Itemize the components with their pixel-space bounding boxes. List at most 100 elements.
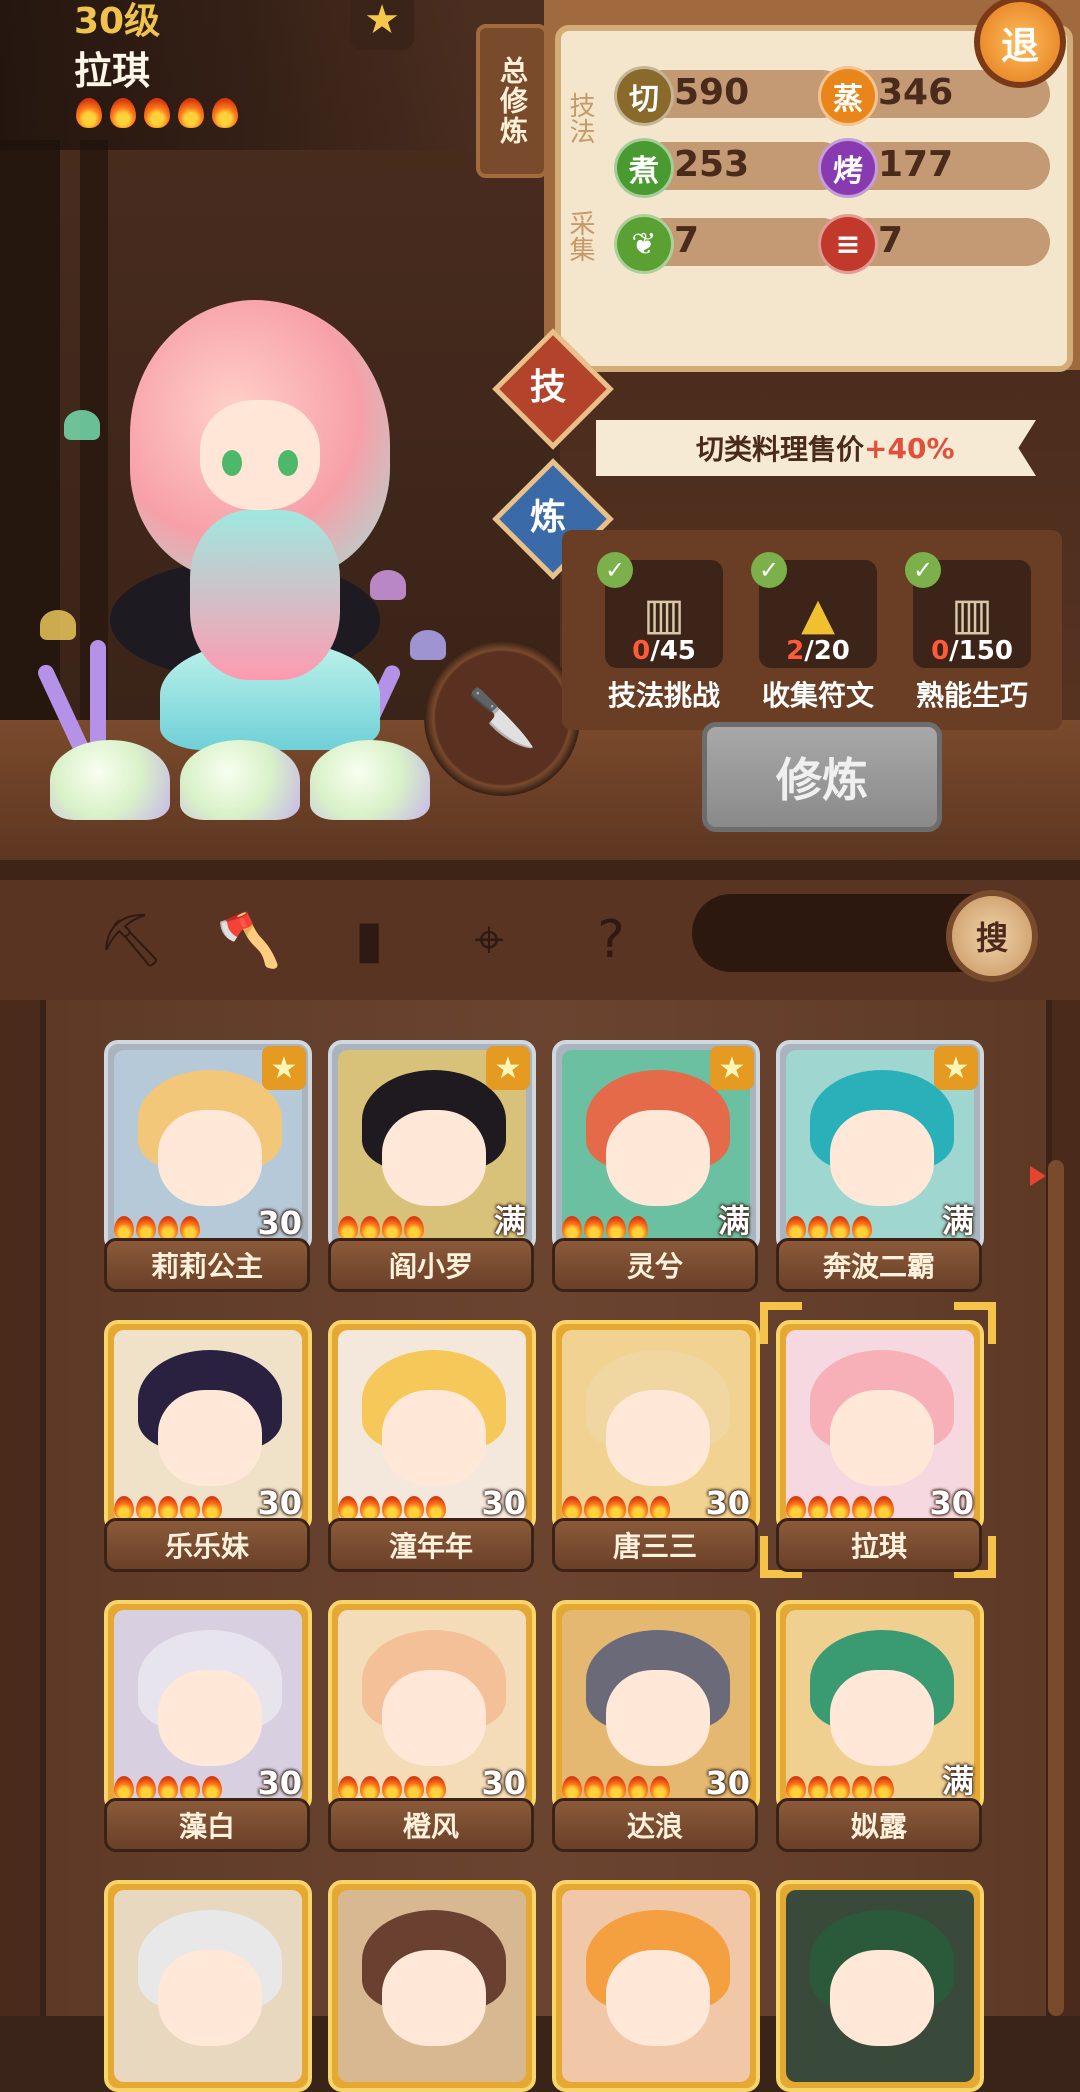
- flame-icon: [628, 1496, 648, 1520]
- map-help-icon[interactable]: ?: [576, 900, 646, 980]
- card-level: 30: [257, 1484, 302, 1522]
- character-body: [190, 510, 340, 680]
- character-scene: 30级 拉琪 ★ 🔪 总修炼 技法 采集 切 590 蒸 346 煮 253 烤 177 ❦ 7 ≡…: [0, 0, 1080, 880]
- task-item[interactable]: ✓ ▲ 2/20 收集符文: [751, 552, 882, 714]
- shell: [310, 740, 430, 820]
- character-name: 拉琪: [74, 49, 151, 93]
- character-card[interactable]: [776, 1880, 984, 2092]
- task-item[interactable]: ✓ ▥ 0/150 熟能生巧: [905, 552, 1036, 714]
- flame-icon: [144, 98, 170, 128]
- task-label: 收集符文: [761, 679, 874, 712]
- search-button[interactable]: 搜: [946, 890, 1038, 982]
- bonus-text: 切类料理售价: [696, 433, 865, 466]
- character-portrait[interactable]: [35, 260, 460, 820]
- flame-icon: [562, 1776, 582, 1800]
- selection-corner: [760, 1302, 802, 1344]
- card-frame: [776, 1880, 984, 2092]
- flame-icon: [180, 1216, 200, 1240]
- character-card[interactable]: 30 乐乐妹: [104, 1320, 312, 1572]
- card-frame: 30: [328, 1600, 536, 1812]
- card-frame: 30: [104, 1600, 312, 1812]
- star-icon: ★: [934, 1046, 978, 1090]
- jellyfish-icon: [410, 630, 446, 660]
- character-card[interactable]: 30 达浪: [552, 1600, 760, 1852]
- character-card[interactable]: ★ 满奔波二霸: [776, 1040, 984, 1292]
- tab-skill[interactable]: 技: [505, 341, 591, 427]
- card-frame: ★ 满: [776, 1040, 984, 1252]
- card-name: 拉琪: [776, 1518, 982, 1572]
- card-flames: [562, 1496, 670, 1520]
- portrait-face: [382, 1670, 486, 1766]
- jellyfish-icon: [370, 570, 406, 600]
- card-frame: 30: [776, 1320, 984, 1532]
- card-flames: [338, 1216, 424, 1240]
- task-box: ✓ ▲ 2/20: [751, 552, 877, 668]
- character-card[interactable]: ★ 满阎小罗: [328, 1040, 536, 1292]
- flame-icon: [338, 1496, 358, 1520]
- card-name: 达浪: [552, 1798, 758, 1852]
- character-face: [200, 400, 320, 510]
- card-level: 30: [705, 1484, 750, 1522]
- jar-icon[interactable]: ▮: [334, 900, 404, 980]
- check-icon: ✓: [905, 552, 941, 588]
- tab-total-training[interactable]: 总修炼: [476, 24, 548, 178]
- train-button[interactable]: 修炼: [702, 722, 942, 832]
- stat-value: 7: [878, 220, 904, 261]
- scroll-marker: [1030, 1166, 1046, 1186]
- portrait-face: [606, 1950, 710, 2046]
- stat-type-icon: 切: [614, 66, 674, 126]
- jellyfish-icon: [64, 410, 100, 440]
- flame-icon: [562, 1216, 582, 1240]
- card-name: 奔波二霸: [776, 1238, 982, 1292]
- task-progress: 2/20: [759, 636, 877, 666]
- task-box: ✓ ▥ 0/45: [597, 552, 723, 668]
- flame-icon: [136, 1216, 156, 1240]
- character-card[interactable]: 30 潼年年: [328, 1320, 536, 1572]
- character-card[interactable]: ★ 30 莉莉公主: [104, 1040, 312, 1292]
- card-frame: 30: [328, 1320, 536, 1532]
- hoe-icon[interactable]: 🪓: [214, 900, 284, 980]
- star-icon: ★: [710, 1046, 754, 1090]
- flame-icon: [180, 1496, 200, 1520]
- task-item[interactable]: ✓ ▥ 0/45 技法挑战: [597, 552, 728, 714]
- character-card[interactable]: 满姒露: [776, 1600, 984, 1852]
- scrollbar[interactable]: [1048, 1160, 1064, 2016]
- flame-icon: [136, 1496, 156, 1520]
- flame-icon: [114, 1216, 134, 1240]
- location-pin-icon[interactable]: ⌖: [454, 900, 524, 980]
- card-flames: [114, 1216, 200, 1240]
- card-frame: [104, 1880, 312, 2092]
- card-name: 潼年年: [328, 1518, 534, 1572]
- portrait-face: [830, 1950, 934, 2046]
- character-card[interactable]: 30 藻白: [104, 1600, 312, 1852]
- character-card[interactable]: [552, 1880, 760, 2092]
- character-card[interactable]: 30 唐三三: [552, 1320, 760, 1572]
- card-flames: [338, 1496, 446, 1520]
- flame-icon: [562, 1496, 582, 1520]
- meat-icon: ≡: [818, 214, 878, 274]
- flame-icon: [426, 1776, 446, 1800]
- bonus-value: +40%: [864, 431, 955, 465]
- star-icon[interactable]: ★: [350, 0, 414, 50]
- shovel-icon[interactable]: ⛏: [96, 900, 166, 980]
- flame-icon: [178, 98, 204, 128]
- character-card[interactable]: [328, 1880, 536, 2092]
- card-name: 唐三三: [552, 1518, 758, 1572]
- card-flames: [786, 1496, 894, 1520]
- character-card[interactable]: ★ 满灵兮: [552, 1040, 760, 1292]
- character-card[interactable]: [104, 1880, 312, 2092]
- exit-button[interactable]: 退: [974, 0, 1066, 88]
- card-flames: [114, 1776, 222, 1800]
- card-flames: [338, 1776, 446, 1800]
- flame-icon: [852, 1496, 872, 1520]
- portrait-face: [606, 1110, 710, 1206]
- card-frame: 30: [552, 1320, 760, 1532]
- stat-value: 346: [878, 72, 954, 113]
- card-name: 阎小罗: [328, 1238, 534, 1292]
- flame-icon: [158, 1496, 178, 1520]
- character-card[interactable]: 30 拉琪: [776, 1320, 984, 1572]
- flame-icon: [786, 1776, 806, 1800]
- character-card[interactable]: 30 橙风: [328, 1600, 536, 1852]
- flame-icon: [808, 1496, 828, 1520]
- card-level: 满: [941, 1202, 974, 1240]
